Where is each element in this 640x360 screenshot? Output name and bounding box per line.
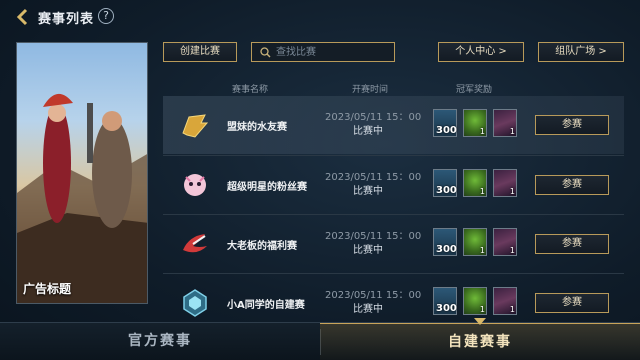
team-plaza-button[interactable]: 组队广场 > xyxy=(538,42,624,62)
match-date: 2023/05/11 15：00 xyxy=(325,172,422,183)
champion-portrait-icon: 1 xyxy=(493,169,517,197)
help-icon[interactable]: ? xyxy=(98,8,114,24)
match-row[interactable]: 盟妹的水友赛 2023/05/11 15：00 比赛中 300 1 1 参赛 xyxy=(163,96,624,154)
match-row[interactable]: 超级明星的粉丝赛 2023/05/11 15：00 比赛中 300 1 1 参赛 xyxy=(163,156,624,214)
search-icon xyxy=(260,47,271,58)
tournament-logo-icon xyxy=(182,114,209,138)
bottom-tab-bar: 官方赛事 自建赛事 xyxy=(0,322,640,360)
join-button[interactable]: 参赛 xyxy=(535,293,609,313)
reward-count: 1 xyxy=(509,246,515,255)
reward-count: 1 xyxy=(479,305,485,314)
match-name: 超级明星的粉丝赛 xyxy=(227,182,307,193)
join-button[interactable]: 参赛 xyxy=(535,115,609,135)
match-name: 大老板的福利赛 xyxy=(227,241,297,252)
match-status: 比赛中 xyxy=(353,126,383,137)
ad-banner[interactable]: 广告标题 xyxy=(16,42,148,304)
tournament-logo-icon xyxy=(183,234,207,253)
champion-portrait-icon: 1 xyxy=(493,287,517,315)
match-row[interactable]: 大老板的福利赛 2023/05/11 15：00 比赛中 300 1 1 参赛 xyxy=(163,215,624,273)
join-button[interactable]: 参赛 xyxy=(535,234,609,254)
reward-count: 300 xyxy=(436,303,457,314)
search-input[interactable] xyxy=(276,44,388,60)
reward-count: 1 xyxy=(509,127,515,136)
match-name: 小A同学的自建赛 xyxy=(227,300,305,311)
column-header-name: 赛事名称 xyxy=(232,85,269,95)
match-date: 2023/05/11 15：00 xyxy=(325,112,422,123)
top-bar: 赛事列表 ? xyxy=(0,0,640,34)
back-arrow-icon xyxy=(16,8,28,26)
reward-count: 1 xyxy=(479,246,485,255)
orb-reward-icon: 1 xyxy=(463,228,487,256)
match-status: 比赛中 xyxy=(353,245,383,256)
champion-portrait-icon: 1 xyxy=(493,109,517,137)
orb-reward-icon: 1 xyxy=(463,287,487,315)
tab-official-events[interactable]: 官方赛事 xyxy=(0,323,320,360)
active-tab-indicator-icon xyxy=(474,318,486,325)
reward-count: 1 xyxy=(479,187,485,196)
search-box[interactable] xyxy=(251,42,395,62)
profile-center-button[interactable]: 个人中心 > xyxy=(438,42,524,62)
reward-count: 1 xyxy=(509,187,515,196)
match-name: 盟妹的水友赛 xyxy=(227,122,287,133)
ad-title: 广告标题 xyxy=(23,282,72,296)
reward-count: 300 xyxy=(436,244,457,255)
ad-artwork xyxy=(17,93,147,303)
reward-count: 300 xyxy=(436,125,457,136)
tournament-logo-icon xyxy=(183,289,207,317)
reward-count: 300 xyxy=(436,185,457,196)
back-button[interactable] xyxy=(12,6,34,28)
orb-reward-icon: 1 xyxy=(463,169,487,197)
champion-portrait-icon: 1 xyxy=(493,228,517,256)
match-status: 比赛中 xyxy=(353,304,383,315)
column-header-time: 开赛时间 xyxy=(352,85,389,95)
join-button[interactable]: 参赛 xyxy=(535,175,609,195)
crystal-reward-icon: 300 xyxy=(433,287,457,315)
reward-count: 1 xyxy=(479,127,485,136)
page-title: 赛事列表 xyxy=(38,12,95,27)
match-row[interactable]: 小A同学的自建赛 2023/05/11 15：00 比赛中 300 1 1 参赛 xyxy=(163,274,624,322)
create-match-button[interactable]: 创建比赛 xyxy=(163,42,237,62)
reward-count: 1 xyxy=(509,305,515,314)
tab-custom-events[interactable]: 自建赛事 xyxy=(320,323,640,360)
crystal-reward-icon: 300 xyxy=(433,228,457,256)
match-status: 比赛中 xyxy=(353,186,383,197)
tournament-logo-icon xyxy=(184,174,206,196)
crystal-reward-icon: 300 xyxy=(433,169,457,197)
match-date: 2023/05/11 15：00 xyxy=(325,290,422,301)
crystal-reward-icon: 300 xyxy=(433,109,457,137)
column-header-reward: 冠军奖励 xyxy=(456,85,493,95)
orb-reward-icon: 1 xyxy=(463,109,487,137)
match-date: 2023/05/11 15：00 xyxy=(325,231,422,242)
